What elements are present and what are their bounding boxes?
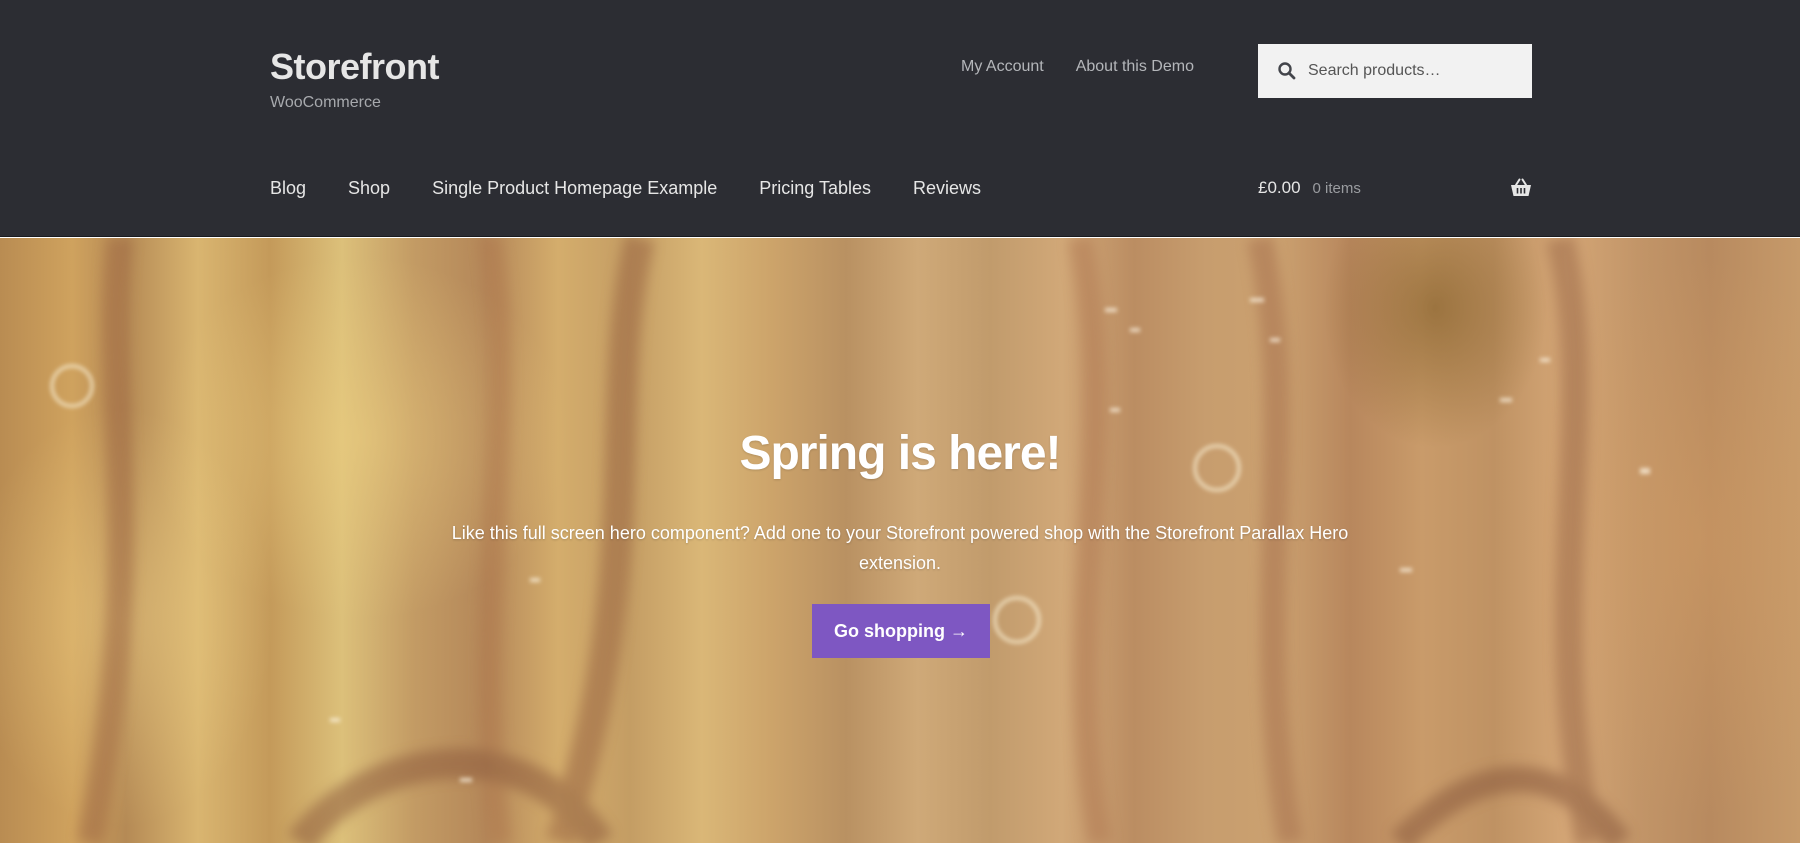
- nav-link-shop[interactable]: Shop: [348, 178, 390, 199]
- hero-section: Spring is here! Like this full screen he…: [0, 238, 1800, 843]
- cart-count: 0 items: [1312, 179, 1361, 197]
- secondary-nav: My Account About this Demo: [961, 58, 1194, 76]
- site-title[interactable]: Storefront: [270, 46, 440, 88]
- hero-title: Spring is here!: [739, 427, 1061, 480]
- nav-link-my-account[interactable]: My Account: [961, 58, 1044, 76]
- nav-link-pricing-tables[interactable]: Pricing Tables: [759, 178, 871, 199]
- cart-amount: £0.00: [1258, 178, 1301, 197]
- nav-link-reviews[interactable]: Reviews: [913, 178, 981, 199]
- site-tagline: WooCommerce: [270, 94, 381, 111]
- primary-nav: Blog Shop Single Product Homepage Exampl…: [270, 178, 981, 199]
- search-icon: [1276, 60, 1298, 82]
- cart-link[interactable]: £0.00 0 items: [1258, 178, 1532, 198]
- basket-icon[interactable]: [1510, 178, 1532, 198]
- search-input[interactable]: [1306, 61, 1526, 81]
- nav-link-blog[interactable]: Blog: [270, 178, 306, 199]
- hero-description: Like this full screen hero component? Ad…: [451, 523, 1349, 573]
- nav-link-about-demo[interactable]: About this Demo: [1076, 58, 1194, 76]
- go-shopping-button[interactable]: Go shopping →: [812, 604, 990, 658]
- product-search[interactable]: [1258, 44, 1532, 98]
- nav-link-single-product[interactable]: Single Product Homepage Example: [432, 178, 717, 199]
- site-header: Storefront WooCommerce My Account About …: [0, 0, 1800, 237]
